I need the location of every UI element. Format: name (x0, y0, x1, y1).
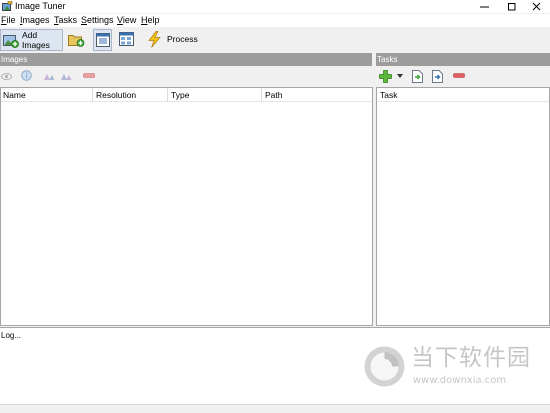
maximize-button[interactable] (499, 0, 525, 13)
menu-file[interactable]: File (1, 15, 16, 26)
tasks-list-header: Task (377, 88, 549, 102)
images-panel-header: Images (0, 53, 372, 66)
import-task-icon[interactable] (412, 70, 423, 83)
watermark-logo-icon (364, 346, 405, 387)
remove-image-icon[interactable] (83, 73, 95, 79)
column-resolution[interactable]: Resolution (94, 88, 168, 102)
log-label: Log... (1, 331, 22, 340)
export-task-icon[interactable] (432, 70, 443, 83)
close-button[interactable] (524, 0, 550, 13)
add-images-button[interactable]: Add Images (0, 29, 63, 51)
watermark-brand: 当下软件园 (411, 345, 531, 371)
add-folder-button[interactable] (66, 29, 86, 51)
tasks-panel-header: Tasks (376, 53, 550, 66)
column-type[interactable]: Type (169, 88, 262, 102)
process-button[interactable]: Process (145, 29, 200, 51)
sort-up-icon[interactable] (43, 71, 55, 81)
lightning-icon (148, 31, 161, 48)
menu-bar: File Images Tasks Settings View Help (0, 14, 550, 27)
sort-down-icon[interactable] (60, 71, 72, 81)
menu-images[interactable]: Images (20, 15, 50, 26)
add-folder-icon (68, 35, 85, 47)
title-bar: Image Tuner (0, 0, 550, 13)
app-icon (2, 1, 13, 11)
images-list-header: Name Resolution Type Path (1, 88, 372, 102)
watermark-url: www.downxia.com (413, 375, 507, 386)
add-images-label-line2: Images (22, 40, 50, 50)
menu-help[interactable]: Help (141, 15, 160, 26)
tasks-list[interactable]: Task (376, 87, 550, 326)
thumbnails-view-icon (119, 32, 134, 46)
column-task[interactable]: Task (378, 88, 548, 102)
tasks-toolbar (376, 67, 550, 86)
main-toolbar: Add Images Process (0, 27, 550, 53)
thumbnails-view-button[interactable] (117, 29, 137, 51)
minimize-button[interactable] (472, 0, 498, 13)
details-view-button[interactable] (93, 29, 112, 51)
add-images-label-line1: Add (22, 30, 38, 40)
window-title: Image Tuner (15, 1, 66, 11)
process-label: Process (167, 34, 198, 44)
column-name[interactable]: Name (1, 88, 93, 102)
details-view-icon (96, 33, 110, 47)
menu-tasks[interactable]: Tasks (54, 15, 77, 26)
images-list[interactable]: Name Resolution Type Path (0, 87, 373, 326)
menu-settings[interactable]: Settings (81, 15, 114, 26)
column-path[interactable]: Path (263, 88, 372, 102)
images-toolbar (0, 67, 372, 86)
minimize-icon (480, 6, 489, 8)
chevron-down-icon[interactable] (397, 74, 403, 78)
close-icon (532, 2, 541, 11)
status-bar (0, 404, 550, 413)
menu-view[interactable]: View (117, 15, 136, 26)
add-task-icon[interactable] (379, 70, 392, 83)
info-icon[interactable] (21, 70, 32, 81)
preview-eye-icon[interactable] (1, 71, 12, 82)
add-images-icon (3, 35, 19, 48)
remove-task-icon[interactable] (453, 73, 465, 79)
maximize-icon (508, 3, 516, 11)
